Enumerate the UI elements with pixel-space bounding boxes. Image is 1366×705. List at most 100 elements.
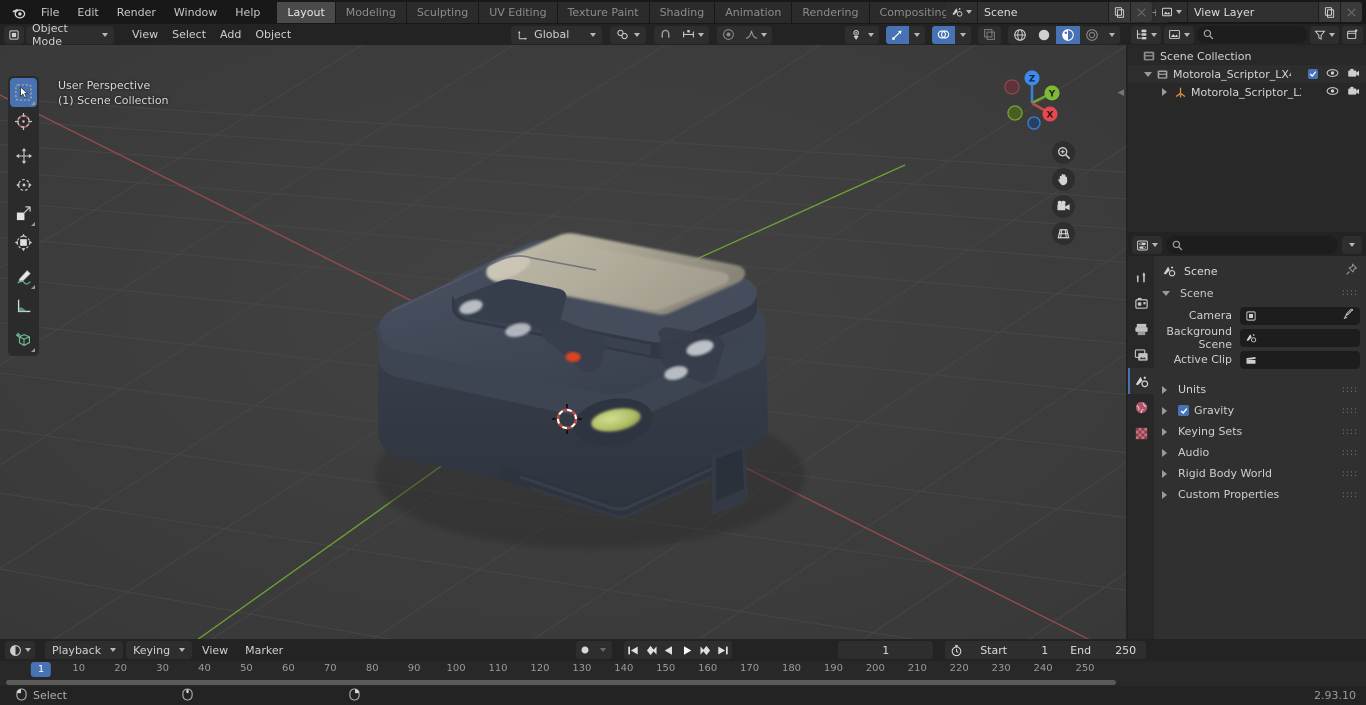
scene-icon[interactable] [946,2,978,22]
camera-icon[interactable] [1347,85,1360,99]
remove-view-layer-button[interactable] [1340,2,1362,22]
playback-menu[interactable]: Playback [45,641,124,659]
view-layer-selector[interactable]: View Layer [1156,2,1362,22]
ortho-persp-icon[interactable] [1052,222,1075,245]
zoom-icon[interactable] [1052,141,1075,164]
editor-type-icon[interactable] [4,25,24,44]
workspace-tab-rendering[interactable]: Rendering [792,1,870,23]
new-collection-icon[interactable] [1342,25,1363,44]
overlays-group[interactable] [932,25,971,44]
shading-rendered-button[interactable] [1080,26,1104,44]
viewport-menu-add[interactable]: Add [214,26,247,44]
outliner-row-object[interactable]: Motorola_Scriptor_LX4_P. [1128,83,1366,101]
viewport-menu-select[interactable]: Select [166,26,212,44]
viewport-menu-object[interactable]: Object [249,26,297,44]
overlays-dropdown[interactable] [955,26,971,44]
outliner-search-input[interactable] [1197,26,1307,43]
timeline-playhead[interactable]: 1 [30,662,52,677]
move-tool[interactable] [10,141,37,170]
overlays-icon[interactable] [932,25,955,44]
panel-units[interactable]: Units :::: [1154,379,1366,400]
workspace-tab-shading[interactable]: Shading [649,1,716,23]
eye-icon[interactable] [1326,68,1339,81]
properties-editor-type[interactable] [1132,236,1162,254]
falloff-selector[interactable] [740,26,772,44]
outliner-filter-id[interactable] [1164,25,1194,44]
annotate-tool[interactable] [10,262,37,291]
scene-name[interactable]: Scene [978,2,1108,22]
prev-keyframe-icon[interactable] [642,641,660,659]
panel-grip-icon[interactable]: :::: [1342,406,1358,416]
snap-mode-selector[interactable] [677,26,709,44]
sidebar-collapse-arrow-icon[interactable]: ◂ [1117,85,1124,100]
gizmo-icon[interactable] [886,25,909,44]
navigation-gizmo[interactable]: Y X Z [994,65,1070,141]
workspace-tab-modeling[interactable]: Modeling [335,1,407,23]
properties-search-input[interactable] [1166,236,1338,254]
outliner-display-mode[interactable] [1131,25,1161,44]
tweak-tool[interactable] [10,78,37,107]
snapping-group[interactable] [654,25,710,44]
shading-wireframe-button[interactable] [1008,26,1032,44]
timeline-ruler[interactable]: 10 20 30 40 50 60 70 80 90 100 110 120 130 140 150 160 1… [0,661,1366,679]
new-scene-button[interactable] [1108,2,1130,22]
camera-field[interactable] [1240,306,1360,325]
end-frame-field[interactable]: End 250 [1060,641,1146,659]
panel-grip-icon[interactable]: :::: [1342,288,1358,298]
properties-tab-render[interactable] [1128,290,1154,316]
frame-range-group[interactable]: Start 1 End 250 [945,641,1147,659]
gizmo-group[interactable] [886,25,925,44]
active-clip-field[interactable] [1240,350,1360,369]
menu-help[interactable]: Help [226,2,269,22]
properties-tab-output[interactable] [1128,316,1154,342]
eye-icon[interactable] [1326,86,1339,99]
scene-selector[interactable]: Scene [946,2,1152,22]
workspace-tab-uv-editing[interactable]: UV Editing [479,1,558,23]
expand-triangle-icon[interactable] [1162,88,1167,96]
panel-header-scene[interactable]: Scene :::: [1154,282,1366,304]
menu-render[interactable]: Render [108,2,165,22]
panel-rigid-body-world[interactable]: Rigid Body World :::: [1154,463,1366,484]
workspace-tab-animation[interactable]: Animation [715,1,793,23]
menu-file[interactable]: File [32,2,68,22]
record-dot-icon[interactable] [576,641,594,659]
proportional-editing-group[interactable] [717,25,773,44]
blender-logo-icon[interactable] [6,0,30,24]
shading-modes-group[interactable] [1008,25,1120,44]
new-view-layer-button[interactable] [1318,2,1340,22]
magnet-icon[interactable] [654,26,677,44]
workspace-tab-layout[interactable]: Layout [277,1,336,23]
panel-grip-icon[interactable]: :::: [1342,469,1358,479]
camera-icon[interactable] [1347,67,1360,81]
timeline-scrollbar-thumb[interactable] [6,680,1116,685]
shading-solid-button[interactable] [1032,26,1056,44]
viewport-menu-view[interactable]: View [126,26,164,44]
scale-tool[interactable] [10,199,37,228]
auto-key-dropdown[interactable] [594,641,612,659]
rotate-tool[interactable] [10,170,37,199]
panel-gravity[interactable]: Gravity :::: [1154,400,1366,421]
snap-target-selector[interactable] [610,25,647,44]
timeline-editor-type[interactable] [5,641,35,659]
stopwatch-icon[interactable] [945,641,968,659]
measure-tool[interactable] [10,291,37,320]
properties-tab-scene[interactable] [1128,368,1154,394]
panel-grip-icon[interactable]: :::: [1342,448,1358,458]
current-frame-field[interactable]: 1 [838,641,934,659]
panel-keying-sets[interactable]: Keying Sets :::: [1154,421,1366,442]
transform-orientation-selector[interactable]: Global [511,25,603,44]
play-reverse-icon[interactable] [660,641,678,659]
collection-checkbox[interactable] [1308,69,1318,79]
jump-end-icon[interactable] [714,641,732,659]
properties-tab-tool[interactable] [1128,264,1154,290]
eyedropper-icon[interactable] [1343,308,1355,323]
start-frame-field[interactable]: Start 1 [968,641,1060,659]
expand-triangle-icon[interactable] [1144,71,1152,77]
properties-tab-view-layer[interactable] [1128,342,1154,368]
timeline-menu-view[interactable]: View [195,641,235,659]
xray-icon[interactable] [978,25,1001,44]
mode-selector[interactable]: Object Mode [26,22,114,48]
workspace-tab-texture-paint[interactable]: Texture Paint [557,1,650,23]
add-cube-tool[interactable] [10,325,37,354]
panel-grip-icon[interactable]: :::: [1342,490,1358,500]
